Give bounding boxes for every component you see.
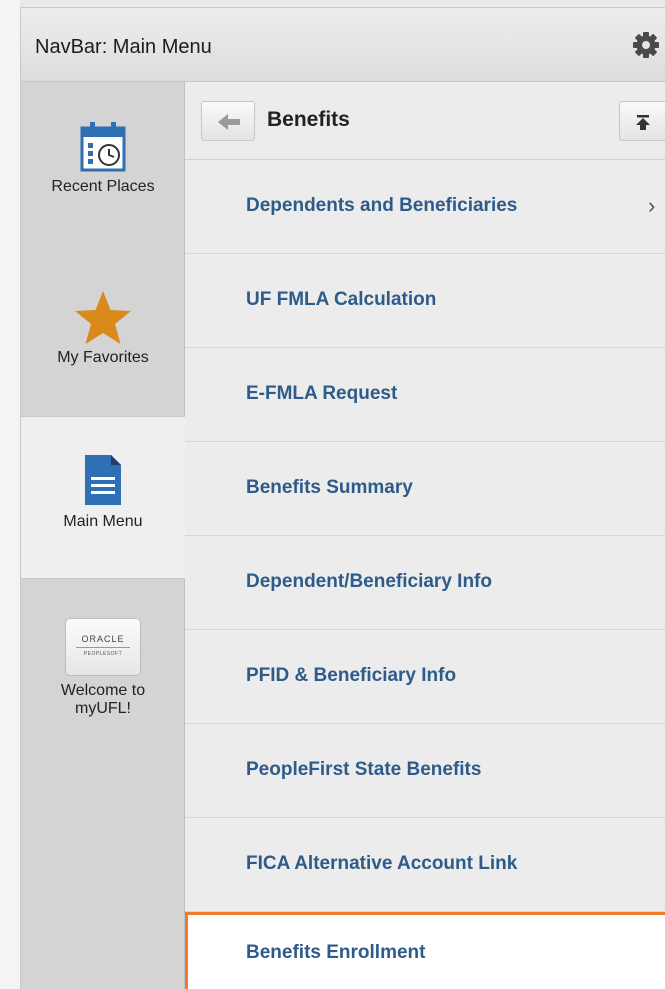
sidebar-item-label-line1: Welcome to: [60, 682, 146, 699]
menu-panel: Benefits Dependents and Beneficiaries › …: [185, 82, 665, 989]
navbar-sidebar: Recent Places My Favorites Main Menu ORA…: [21, 82, 185, 989]
menu-item-label: FICA Alternative Account Link: [246, 853, 518, 874]
menu-item-label: PFID & Beneficiary Info: [246, 665, 457, 686]
breadcrumb: Benefits: [185, 82, 665, 160]
sidebar-item-label: My Favorites: [57, 349, 149, 366]
menu-item-label: UF FMLA Calculation: [246, 289, 437, 310]
menu-item-benefits-enrollment[interactable]: Benefits Enrollment: [185, 912, 665, 989]
menu-item-peoplefirst-state-benefits[interactable]: PeopleFirst State Benefits: [185, 724, 665, 818]
sidebar-item-welcome[interactable]: ORACLE PEOPLESOFT Welcome to myUFL!: [21, 602, 185, 752]
menu-item-label: Benefits Summary: [246, 477, 413, 498]
menu-item-uf-fmla-calculation[interactable]: UF FMLA Calculation: [185, 254, 665, 348]
page-title: Benefits: [267, 108, 350, 131]
navbar-header: NavBar: Main Menu: [21, 8, 665, 82]
menu-item-label: E-FMLA Request: [246, 383, 398, 404]
sidebar-item-recent-places[interactable]: Recent Places: [21, 102, 185, 237]
menu-item-benefits-summary[interactable]: Benefits Summary: [185, 442, 665, 536]
logo-text-oracle: ORACLE: [81, 634, 125, 644]
back-arrow-icon: [218, 114, 240, 130]
gear-icon[interactable]: [632, 31, 660, 59]
menu-item-e-fmla-request[interactable]: E-FMLA Request: [185, 348, 665, 442]
menu-item-pfid-beneficiary-info[interactable]: PFID & Beneficiary Info: [185, 630, 665, 724]
navbar-panel: NavBar: Main Menu Recent Places My Favor…: [20, 7, 665, 989]
menu-item-label: PeopleFirst State Benefits: [246, 759, 482, 780]
back-button[interactable]: [201, 101, 255, 141]
scroll-to-top-button[interactable]: [619, 101, 665, 141]
oracle-peoplesoft-logo: ORACLE PEOPLESOFT: [65, 618, 141, 676]
sidebar-item-label: Main Menu: [63, 513, 143, 530]
menu-item-label: Dependent/Beneficiary Info: [246, 571, 492, 592]
menu-item-label: Benefits Enrollment: [246, 942, 426, 963]
menu-item-label: Dependents and Beneficiaries: [246, 195, 518, 216]
sidebar-item-label-line2: myUFL!: [75, 700, 131, 717]
logo-text-peoplesoft: PEOPLESOFT: [83, 651, 123, 657]
outer-background: [0, 0, 20, 989]
menu-item-dependent-beneficiary-info[interactable]: Dependent/Beneficiary Info: [185, 536, 665, 630]
sidebar-item-label: Recent Places: [51, 178, 155, 195]
chevron-right-icon: ›: [648, 193, 656, 218]
document-icon: [85, 455, 121, 505]
menu-item-dependents-and-beneficiaries[interactable]: Dependents and Beneficiaries ›: [185, 160, 665, 254]
sidebar-item-main-menu[interactable]: Main Menu: [21, 416, 185, 579]
scroll-to-top-icon: [636, 115, 650, 130]
sidebar-item-my-favorites[interactable]: My Favorites: [21, 277, 185, 397]
menu-item-fica-alternative-account-link[interactable]: FICA Alternative Account Link: [185, 818, 665, 912]
calendar-clock-icon: [80, 122, 126, 172]
star-icon: [75, 291, 131, 344]
navbar-title: NavBar: Main Menu: [35, 36, 212, 58]
